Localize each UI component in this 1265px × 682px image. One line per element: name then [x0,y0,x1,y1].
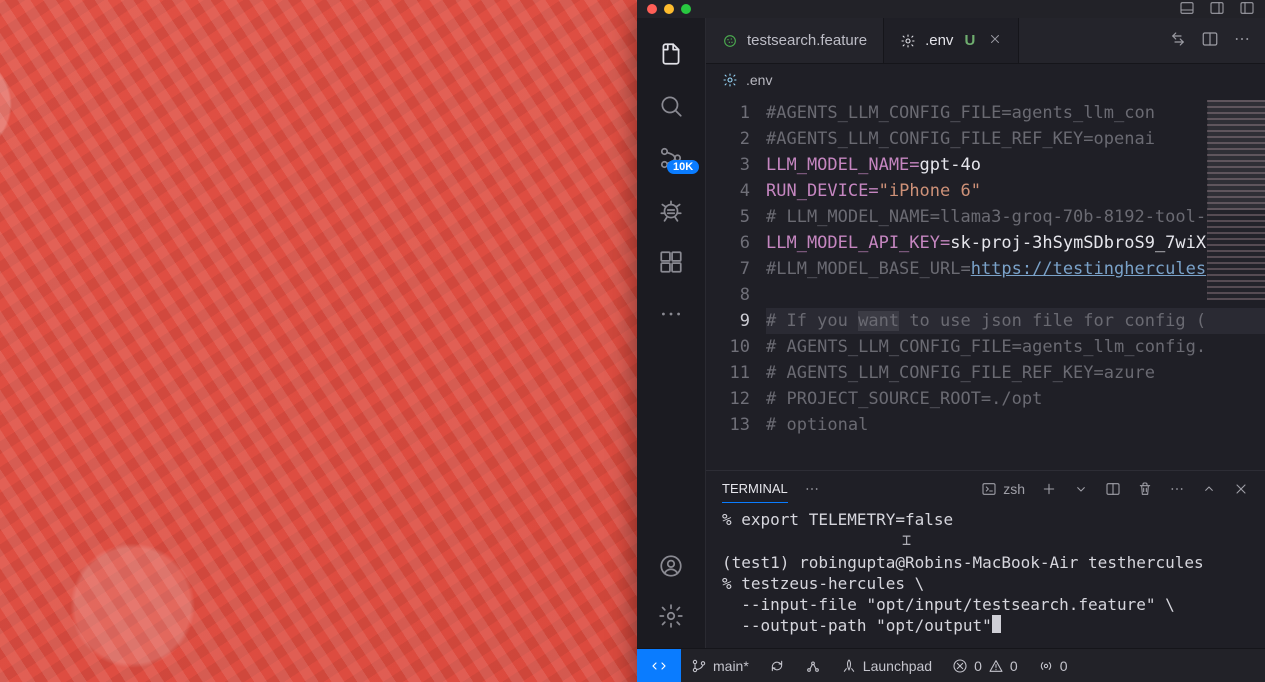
window-close-button[interactable] [647,4,657,14]
status-sync[interactable] [759,658,795,674]
remote-indicator[interactable] [637,649,681,682]
debug-icon[interactable] [657,196,685,224]
status-launchpad[interactable]: Launchpad [831,658,942,674]
titlebar [637,0,1265,18]
compare-icon[interactable] [1169,30,1187,51]
more-icon[interactable] [657,300,685,328]
layout-sidebar-icon[interactable] [1209,0,1225,19]
tab-more-icon[interactable] [1233,30,1251,51]
window-zoom-button[interactable] [681,4,691,14]
tab-label: .env [925,32,953,49]
tab-env[interactable]: .env U [884,18,1019,63]
status-launchpad-label: Launchpad [863,658,932,674]
breadcrumb-label: .env [746,72,772,88]
titlebar-right-icons [1179,0,1255,19]
status-error-count: 0 [974,658,982,674]
breadcrumb[interactable]: .env [706,64,1265,96]
tab-testsearch[interactable]: testsearch.feature [706,18,884,63]
layout-customize-icon[interactable] [1239,0,1255,19]
terminal-new-icon[interactable] [1041,481,1057,497]
status-bar: main* Launchpad 0 0 0 [637,648,1265,682]
tab-label: testsearch.feature [747,32,867,49]
terminal-close-icon[interactable] [1233,481,1249,497]
terminal-shell-selector[interactable]: zsh [981,481,1025,497]
account-icon[interactable] [657,552,685,580]
layout-panel-icon[interactable] [1179,0,1195,19]
panel-more-icon[interactable] [804,481,820,497]
terminal-output[interactable]: % export TELEMETRY=false⌶(test1) robingu… [706,507,1265,648]
close-icon[interactable] [988,32,1002,50]
terminal-maximize-icon[interactable] [1201,481,1217,497]
minimap[interactable] [1207,100,1265,300]
line-gutter: 12345678910111213 [706,96,766,470]
terminal-kill-icon[interactable] [1137,481,1153,497]
search-icon[interactable] [657,92,685,120]
editor-tabs: testsearch.feature .env U [706,18,1265,64]
status-graph[interactable] [795,658,831,674]
extensions-icon[interactable] [657,248,685,276]
panel: TERMINAL zsh % export TELEMETRY=false [706,470,1265,648]
split-editor-icon[interactable] [1201,30,1219,51]
status-warning-count: 0 [1010,658,1018,674]
panel-tabs: TERMINAL zsh [706,471,1265,507]
editor[interactable]: 12345678910111213 #AGENTS_LLM_CONFIG_FIL… [706,96,1265,470]
code-lines[interactable]: #AGENTS_LLM_CONFIG_FILE=agents_llm_con#A… [766,96,1265,470]
activity-bar: 10K [637,18,706,648]
tab-modified-marker: U [964,32,975,49]
cucumber-icon [722,33,738,49]
panel-tab-terminal[interactable]: TERMINAL [722,475,788,503]
terminal-more-icon[interactable] [1169,481,1185,497]
scm-badge: 10K [667,160,699,174]
status-branch[interactable]: main* [681,658,759,674]
settings-gear-icon[interactable] [657,602,685,630]
window-minimize-button[interactable] [664,4,674,14]
window-traffic-lights [647,4,691,14]
gear-icon [900,33,916,49]
terminal-chevron-down-icon[interactable] [1073,481,1089,497]
scm-icon[interactable]: 10K [657,144,685,172]
terminal-shell-label: zsh [1003,481,1025,497]
vscode-window: 10K [637,0,1265,682]
status-branch-label: main* [713,658,749,674]
status-port-count: 0 [1060,658,1068,674]
explorer-icon[interactable] [657,40,685,68]
gear-icon [722,72,738,88]
status-ports[interactable]: 0 [1028,658,1078,674]
status-problems[interactable]: 0 0 [942,658,1028,674]
terminal-split-icon[interactable] [1105,481,1121,497]
